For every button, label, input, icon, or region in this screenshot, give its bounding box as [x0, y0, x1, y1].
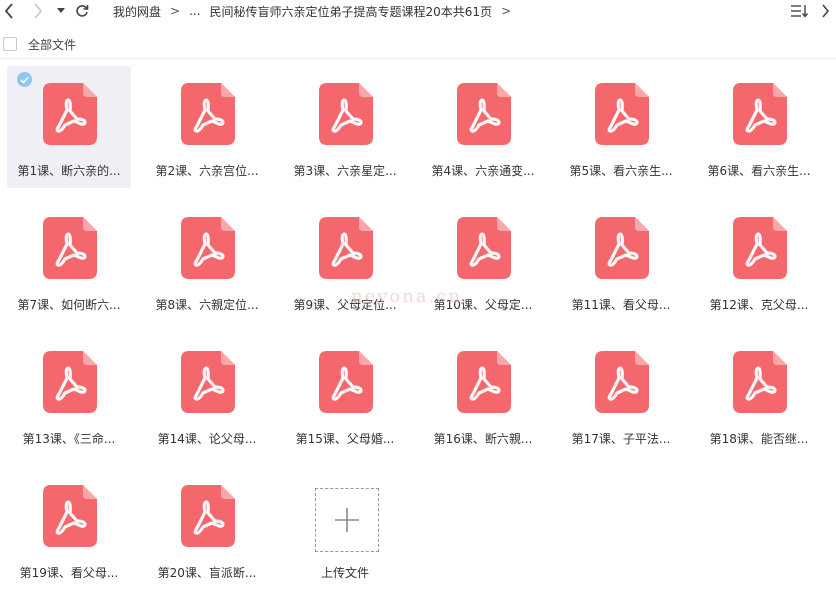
- chevron-right-icon: [34, 3, 43, 19]
- pdf-icon: [733, 351, 787, 413]
- file-item[interactable]: 第12课、克父母...: [697, 200, 821, 322]
- pdf-icon: [595, 83, 649, 145]
- check-icon[interactable]: [17, 72, 32, 87]
- breadcrumb-current[interactable]: 民间秘传盲师六亲定位弟子提高专题课程20本共61页: [210, 3, 493, 20]
- file-name: 第6课、看六亲生...: [707, 164, 811, 178]
- caret-down-icon: [57, 8, 65, 13]
- pdf-icon: [733, 83, 787, 145]
- pdf-icon: [43, 217, 97, 279]
- history-dropdown-button[interactable]: [54, 0, 68, 22]
- plus-icon: [335, 508, 359, 532]
- chevron-right-icon: [822, 4, 829, 18]
- pdf-icon: [733, 217, 787, 279]
- breadcrumb-separator-icon: >: [170, 4, 181, 18]
- pdf-icon: [595, 351, 649, 413]
- file-name: 第16课、断六親...: [433, 432, 533, 446]
- select-all-checkbox[interactable]: [3, 37, 17, 51]
- file-item[interactable]: 第19课、看父母...: [7, 468, 131, 590]
- pdf-icon: [181, 83, 235, 145]
- file-item[interactable]: 第1课、断六亲的...: [7, 66, 131, 188]
- file-item[interactable]: 第17课、子平法...: [559, 334, 683, 456]
- pdf-icon: [43, 485, 97, 547]
- file-item[interactable]: 第4课、六亲通变...: [421, 66, 545, 188]
- file-name: 第20课、盲派断...: [157, 566, 257, 580]
- sort-icon: [791, 5, 809, 18]
- pdf-icon: [181, 217, 235, 279]
- pdf-icon: [181, 485, 235, 547]
- file-name: 第12课、克父母...: [709, 298, 809, 312]
- file-item[interactable]: 第5课、看六亲生...: [559, 66, 683, 188]
- upload-box[interactable]: [315, 488, 379, 552]
- file-item[interactable]: 第9课、父母定位...: [283, 200, 407, 322]
- pdf-icon: [181, 351, 235, 413]
- breadcrumb-ellipsis[interactable]: ...: [189, 4, 200, 18]
- breadcrumb: 我的网盘 > ... 民间秘传盲师六亲定位弟子提高专题课程20本共61页 >: [113, 1, 520, 21]
- file-name: 第11课、看父母...: [571, 298, 671, 312]
- file-item[interactable]: 第6课、看六亲生...: [697, 66, 821, 188]
- pdf-icon: [319, 83, 373, 145]
- pdf-icon: [457, 217, 511, 279]
- file-item[interactable]: 第8课、六親定位...: [145, 200, 269, 322]
- select-all-label: 全部文件: [28, 38, 77, 52]
- pdf-icon: [43, 351, 97, 413]
- back-button[interactable]: [0, 0, 18, 22]
- pdf-icon: [319, 217, 373, 279]
- file-item[interactable]: 第10课、父母定...: [421, 200, 545, 322]
- file-item[interactable]: 第7课、如何断六...: [7, 200, 131, 322]
- breadcrumb-root[interactable]: 我的网盘: [113, 3, 161, 20]
- file-name: 第3课、六亲星定...: [293, 164, 397, 178]
- pdf-icon: [319, 351, 373, 413]
- file-name: 第19课、看父母...: [19, 566, 119, 580]
- file-name: 第2课、六亲宫位...: [155, 164, 259, 178]
- file-name: 第15课、父母婚...: [295, 432, 395, 446]
- file-name: 第5课、看六亲生...: [569, 164, 673, 178]
- more-button[interactable]: [816, 1, 834, 21]
- file-name: 第7课、如何断六...: [17, 298, 121, 312]
- file-name: 第10课、父母定...: [433, 298, 533, 312]
- file-item[interactable]: 第2课、六亲宫位...: [145, 66, 269, 188]
- toolbar: 我的网盘 > ... 民间秘传盲师六亲定位弟子提高专题课程20本共61页 >: [0, 0, 836, 24]
- pdf-icon: [595, 217, 649, 279]
- file-item[interactable]: 第13课、《三命...: [7, 334, 131, 456]
- file-name: 第18课、能否继...: [709, 432, 809, 446]
- file-name: 第4课、六亲通变...: [431, 164, 535, 178]
- file-item[interactable]: 第11课、看父母...: [559, 200, 683, 322]
- file-name: 第17课、子平法...: [571, 432, 671, 446]
- forward-button[interactable]: [30, 0, 46, 22]
- upload-file-button[interactable]: 上传文件: [283, 468, 407, 590]
- file-item[interactable]: 第16课、断六親...: [421, 334, 545, 456]
- pdf-icon: [457, 351, 511, 413]
- file-item[interactable]: 第15课、父母婚...: [283, 334, 407, 456]
- upload-label: 上传文件: [320, 566, 369, 580]
- file-name: 第8课、六親定位...: [155, 298, 259, 312]
- file-name: 第14课、论父母...: [157, 432, 257, 446]
- pdf-icon: [457, 83, 511, 145]
- file-item[interactable]: 第14课、论父母...: [145, 334, 269, 456]
- file-item[interactable]: 第3课、六亲星定...: [283, 66, 407, 188]
- breadcrumb-separator-icon: >: [501, 4, 512, 18]
- refresh-button[interactable]: [74, 0, 90, 22]
- chevron-left-icon: [4, 3, 13, 19]
- file-name: 第1课、断六亲的...: [17, 164, 121, 178]
- file-name: 第9课、父母定位...: [293, 298, 397, 312]
- divider: [0, 58, 836, 59]
- file-item[interactable]: 第18课、能否继...: [697, 334, 821, 456]
- sort-button[interactable]: [788, 1, 812, 21]
- file-item[interactable]: 第20课、盲派断...: [145, 468, 269, 590]
- refresh-icon: [76, 5, 89, 17]
- file-name: 第13课、《三命...: [22, 432, 116, 446]
- pdf-icon: [43, 83, 97, 145]
